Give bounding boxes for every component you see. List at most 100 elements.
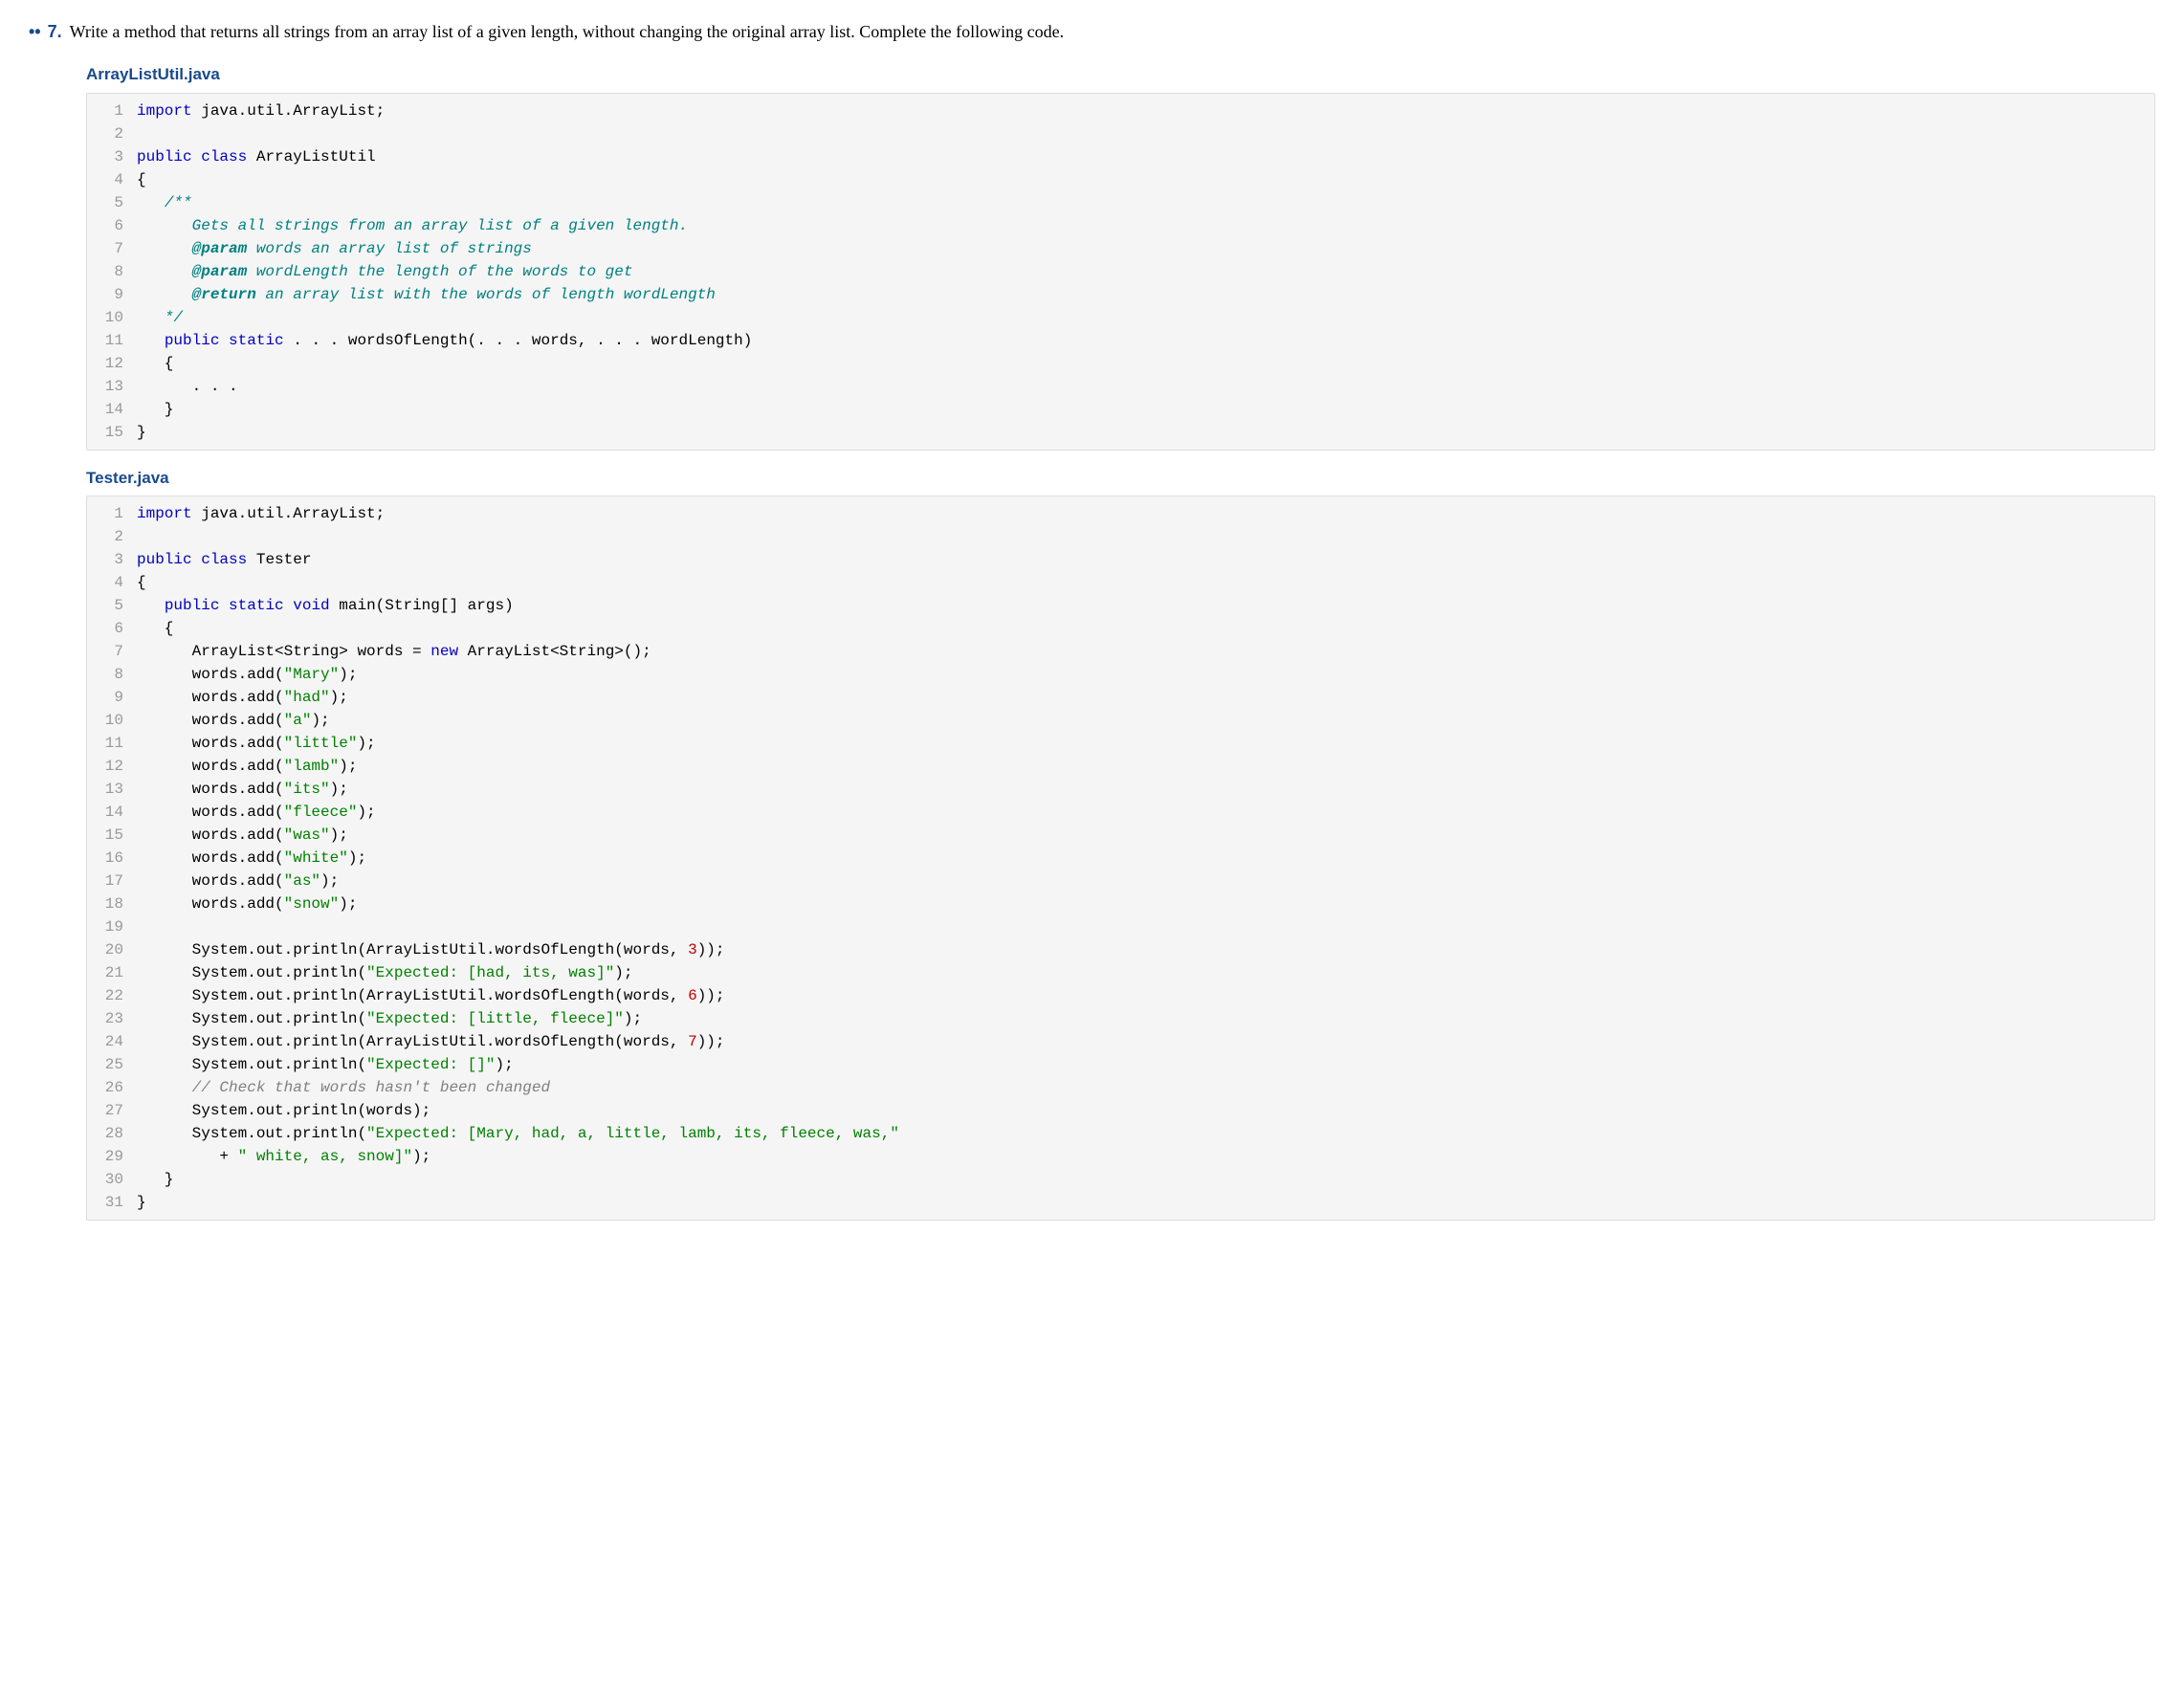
line-number: 10 bbox=[97, 709, 123, 732]
line-number: 13 bbox=[97, 375, 123, 398]
code-content: } bbox=[137, 1168, 173, 1191]
code-token: } bbox=[137, 401, 173, 418]
line-number: 4 bbox=[97, 571, 123, 594]
line-number: 31 bbox=[97, 1191, 123, 1214]
code-line: 13 words.add("its"); bbox=[97, 778, 2145, 801]
code-line: 11 public static . . . wordsOfLength(. .… bbox=[97, 329, 2145, 352]
code-token: ); bbox=[412, 1148, 430, 1165]
code-token: ); bbox=[339, 666, 357, 683]
code-token: "Mary" bbox=[284, 666, 340, 683]
code-line: 21 System.out.println("Expected: [had, i… bbox=[97, 961, 2145, 984]
code-token: System.out.println(ArrayListUtil.wordsOf… bbox=[137, 987, 688, 1004]
code-token: } bbox=[137, 1194, 146, 1211]
code-content: System.out.println(ArrayListUtil.wordsOf… bbox=[137, 1030, 725, 1053]
line-number: 9 bbox=[97, 686, 123, 709]
code-content: words.add("snow"); bbox=[137, 892, 357, 915]
filename-label: Tester.java bbox=[86, 466, 2155, 491]
code-token: + bbox=[137, 1148, 238, 1165]
question-number: •• 7. bbox=[29, 19, 62, 45]
code-token: { bbox=[137, 620, 173, 637]
code-line: 5 public static void main(String[] args) bbox=[97, 594, 2145, 617]
code-line: 10 words.add("a"); bbox=[97, 709, 2145, 732]
code-token: )); bbox=[697, 987, 725, 1004]
code-token: 3 bbox=[688, 941, 697, 958]
code-token: words.add( bbox=[137, 895, 284, 913]
code-content: + " white, as, snow]"); bbox=[137, 1145, 430, 1168]
code-line: 12 { bbox=[97, 352, 2145, 375]
code-token: ); bbox=[495, 1056, 513, 1073]
line-number: 29 bbox=[97, 1145, 123, 1168]
code-line: 7 @param words an array list of strings bbox=[97, 237, 2145, 260]
code-token: @param bbox=[192, 263, 248, 280]
code-token: java.util.ArrayList; bbox=[192, 102, 386, 120]
code-line: 16 words.add("white"); bbox=[97, 847, 2145, 870]
code-token: ArrayList<String>(); bbox=[458, 643, 651, 660]
code-token: Gets all strings from an array list of a… bbox=[192, 217, 688, 234]
code-token: "as" bbox=[284, 872, 320, 890]
line-number: 6 bbox=[97, 617, 123, 640]
code-token bbox=[137, 309, 165, 326]
code-token bbox=[137, 263, 192, 280]
code-token: public bbox=[165, 597, 220, 614]
code-token bbox=[137, 286, 192, 303]
code-block: 1import java.util.ArrayList;2 3public cl… bbox=[86, 496, 2155, 1221]
code-line: 19 bbox=[97, 915, 2145, 938]
code-token: . . . bbox=[137, 378, 238, 395]
code-content bbox=[137, 122, 146, 145]
code-token: @param bbox=[192, 240, 248, 257]
code-token: ); bbox=[339, 758, 357, 775]
code-token: words.add( bbox=[137, 666, 284, 683]
code-token: ); bbox=[624, 1010, 642, 1027]
code-content: words.add("Mary"); bbox=[137, 663, 357, 686]
line-number: 3 bbox=[97, 548, 123, 571]
question-num: 7. bbox=[48, 22, 62, 41]
code-token: . . . wordsOfLength(. . . words, . . . w… bbox=[284, 332, 753, 349]
code-content: System.out.println(words); bbox=[137, 1099, 430, 1122]
line-number: 8 bbox=[97, 663, 123, 686]
line-number: 1 bbox=[97, 502, 123, 525]
code-token bbox=[219, 332, 229, 349]
code-line: 9 words.add("had"); bbox=[97, 686, 2145, 709]
code-token: System.out.println(ArrayListUtil.wordsOf… bbox=[137, 941, 688, 958]
code-line: 24 System.out.println(ArrayListUtil.word… bbox=[97, 1030, 2145, 1053]
code-token: public bbox=[137, 148, 192, 165]
code-token: words.add( bbox=[137, 781, 284, 798]
line-number: 5 bbox=[97, 191, 123, 214]
code-content: { bbox=[137, 617, 173, 640]
line-number: 22 bbox=[97, 984, 123, 1007]
question-header: •• 7. Write a method that returns all st… bbox=[29, 19, 2155, 45]
code-line: 13 . . . bbox=[97, 375, 2145, 398]
line-number: 1 bbox=[97, 99, 123, 122]
line-number: 11 bbox=[97, 732, 123, 755]
code-token: new bbox=[430, 643, 458, 660]
code-token: "was" bbox=[284, 826, 330, 844]
code-token: ArrayListUtil bbox=[247, 148, 375, 165]
line-number: 14 bbox=[97, 398, 123, 421]
code-token: System.out.println( bbox=[137, 1056, 366, 1073]
code-line: 18 words.add("snow"); bbox=[97, 892, 2145, 915]
code-line: 6 { bbox=[97, 617, 2145, 640]
code-line: 6 Gets all strings from an array list of… bbox=[97, 214, 2145, 237]
code-token: ); bbox=[311, 712, 329, 729]
code-token: words.add( bbox=[137, 689, 284, 706]
code-line: 22 System.out.println(ArrayListUtil.word… bbox=[97, 984, 2145, 1007]
code-token: // Check that words hasn't been changed bbox=[192, 1079, 550, 1096]
code-token: import bbox=[137, 102, 192, 120]
code-token: ); bbox=[357, 804, 375, 821]
code-line: 14 words.add("fleece"); bbox=[97, 801, 2145, 824]
code-token: public bbox=[165, 332, 220, 349]
code-content: words.add("was"); bbox=[137, 824, 348, 847]
line-number: 16 bbox=[97, 847, 123, 870]
code-token: System.out.println( bbox=[137, 1125, 366, 1142]
code-token: words.add( bbox=[137, 804, 284, 821]
line-number: 30 bbox=[97, 1168, 123, 1191]
code-token: } bbox=[137, 424, 146, 441]
line-number: 23 bbox=[97, 1007, 123, 1030]
line-number: 10 bbox=[97, 306, 123, 329]
code-token: java.util.ArrayList; bbox=[192, 505, 386, 522]
code-content: words.add("its"); bbox=[137, 778, 348, 801]
code-token bbox=[284, 597, 294, 614]
code-content bbox=[137, 525, 146, 548]
code-content: words.add("a"); bbox=[137, 709, 330, 732]
code-token: ArrayList<String> words = bbox=[137, 643, 430, 660]
